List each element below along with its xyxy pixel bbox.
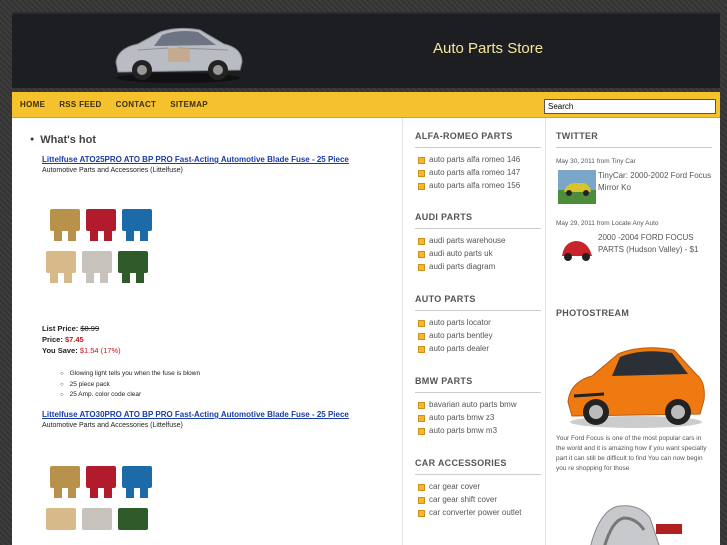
section-title: PHOTOSTREAM bbox=[556, 308, 712, 325]
feature-item: 25 Amp. color code clear bbox=[60, 390, 200, 401]
price-label: Price: bbox=[42, 335, 63, 344]
category-link[interactable]: auto parts alfa romeo 146 bbox=[415, 153, 541, 166]
category-link[interactable]: audi parts diagram bbox=[415, 260, 541, 273]
tweet-item: May 29, 2011 from Locate Any Auto 2000 -… bbox=[556, 220, 712, 280]
column-divider bbox=[402, 118, 403, 545]
category-link[interactable]: bavarian auto parts bmw bbox=[415, 398, 541, 411]
category-link[interactable]: audi parts warehouse bbox=[415, 234, 541, 247]
nav-contact[interactable]: CONTACT bbox=[116, 100, 157, 109]
category-link[interactable]: car gear shift cover bbox=[415, 493, 541, 506]
tweet-text[interactable]: 2000 -2004 FORD FOCUS PARTS (Hudson Vall… bbox=[598, 232, 712, 256]
list-price: $8.99 bbox=[80, 324, 100, 333]
category-section: AUTO PARTS auto parts locator auto parts… bbox=[415, 294, 541, 355]
price: $7.45 bbox=[64, 335, 84, 344]
section-title: ALFA-ROMEO PARTS bbox=[415, 131, 541, 148]
main-column: What's hot Littelfuse ATO25PRO ATO BP PR… bbox=[12, 118, 400, 545]
twitter-section: TWITTER bbox=[556, 131, 712, 153]
whats-hot-heading: What's hot bbox=[30, 134, 96, 146]
fuse-product-image[interactable] bbox=[42, 205, 162, 295]
nav-sitemap[interactable]: SITEMAP bbox=[170, 100, 208, 109]
category-section: CAR ACCESSORIES car gear cover car gear … bbox=[415, 458, 541, 519]
category-link[interactable]: car gear cover bbox=[415, 480, 541, 493]
feature-item: Glowing light tells you when the fuse is… bbox=[60, 369, 200, 380]
category-link[interactable]: auto parts dealer bbox=[415, 342, 541, 355]
category-section: BMW PARTS bavarian auto parts bmw auto p… bbox=[415, 376, 541, 437]
category-link[interactable]: auto parts alfa romeo 147 bbox=[415, 166, 541, 179]
tweet-meta: May 30, 2011 from Tiny Car bbox=[556, 158, 636, 165]
site-header: Auto Parts Store bbox=[12, 12, 720, 88]
ford-focus-photo[interactable] bbox=[556, 324, 712, 434]
nav-rss-feed[interactable]: RSS FEED bbox=[59, 100, 101, 109]
nav-bar: HOME RSS FEED CONTACT SITEMAP bbox=[12, 92, 720, 118]
product-item: Littelfuse ATO30PRO ATO BP PRO Fast-Acti… bbox=[42, 410, 392, 545]
fuse-product-image[interactable] bbox=[42, 462, 162, 545]
price-block: List Price: $8.99 Price: $7.45 You Save:… bbox=[42, 323, 121, 356]
category-link[interactable]: car converter power outlet bbox=[415, 506, 541, 519]
site-title[interactable]: Auto Parts Store bbox=[433, 40, 543, 57]
section-title: BMW PARTS bbox=[415, 376, 541, 393]
category-section: ALFA-ROMEO PARTS auto parts alfa romeo 1… bbox=[415, 131, 541, 192]
category-link[interactable]: auto parts locator bbox=[415, 316, 541, 329]
section-title: TWITTER bbox=[556, 131, 712, 148]
list-price-label: List Price: bbox=[42, 324, 79, 333]
search-input[interactable] bbox=[544, 99, 716, 114]
product-title-link[interactable]: Littelfuse ATO30PRO ATO BP PRO Fast-Acti… bbox=[42, 410, 392, 419]
product-item: Littelfuse ATO25PRO ATO BP PRO Fast-Acti… bbox=[42, 155, 392, 405]
nav-home[interactable]: HOME bbox=[20, 100, 45, 109]
category-link[interactable]: auto parts bentley bbox=[415, 329, 541, 342]
tweet-thumbnail bbox=[558, 170, 596, 204]
category-link[interactable]: auto parts alfa romeo 156 bbox=[415, 179, 541, 192]
product-title-link[interactable]: Littelfuse ATO25PRO ATO BP PRO Fast-Acti… bbox=[42, 155, 392, 164]
tweet-text[interactable]: TinyCar: 2000-2002 Ford Focus Mirror Ko bbox=[598, 170, 712, 194]
tweet-item: May 30, 2011 from Tiny Car TinyCar: 2000… bbox=[556, 158, 712, 218]
section-title: AUTO PARTS bbox=[415, 294, 541, 311]
product-category: Automotive Parts and Accessories (Littel… bbox=[42, 167, 183, 174]
exhaust-part-photo[interactable] bbox=[560, 488, 700, 545]
category-link[interactable]: auto parts bmw m3 bbox=[415, 424, 541, 437]
tweet-meta: May 29, 2011 from Locate Any Auto bbox=[556, 220, 659, 227]
save-label: You Save: bbox=[42, 346, 78, 355]
section-title: AUDI PARTS bbox=[415, 212, 541, 229]
category-link[interactable]: audi auto parts uk bbox=[415, 247, 541, 260]
column-divider bbox=[545, 118, 546, 545]
section-title: CAR ACCESSORIES bbox=[415, 458, 541, 475]
category-section: AUDI PARTS audi parts warehouse audi aut… bbox=[415, 212, 541, 273]
category-link[interactable]: auto parts bmw z3 bbox=[415, 411, 541, 424]
car-logo-image bbox=[115, 27, 243, 83]
tweet-thumbnail bbox=[558, 232, 596, 266]
feature-list: Glowing light tells you when the fuse is… bbox=[60, 369, 200, 401]
page: Auto Parts Store HOME RSS FEED CONTACT S… bbox=[0, 0, 727, 545]
save-amount: $1.54 (17%) bbox=[79, 346, 121, 355]
feature-item: 25 piece pack bbox=[60, 380, 200, 391]
product-category: Automotive Parts and Accessories (Littel… bbox=[42, 422, 183, 429]
content-area: What's hot Littelfuse ATO25PRO ATO BP PR… bbox=[12, 118, 720, 545]
photo-caption: Your Ford Focus is one of the most popul… bbox=[556, 435, 707, 472]
